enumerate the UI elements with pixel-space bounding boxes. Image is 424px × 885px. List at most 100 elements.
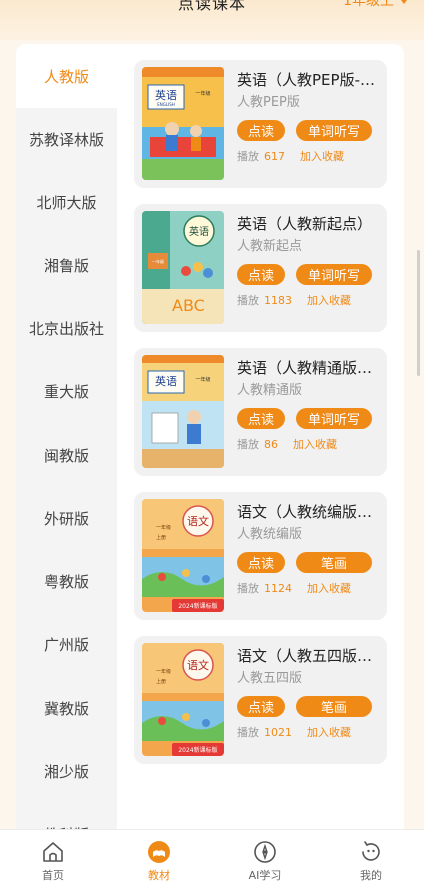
book-card[interactable]: 英语 一年级 英语（人教精通版… 人教精通版 点读 单词听写 播放 86 加入收… — [134, 348, 387, 476]
add-favorite-link[interactable]: 加入收藏 — [307, 580, 351, 596]
sidebar-item-guangzhou[interactable]: 广州版 — [16, 612, 117, 676]
book-info: 英语（人教精通版… 人教精通版 点读 单词听写 播放 86 加入收藏 — [237, 357, 382, 452]
bottom-tab-bar: 首页 教材 AI学习 我的 — [0, 829, 424, 885]
grade-selector[interactable]: 1年级上 — [343, 0, 410, 10]
dictation-button[interactable]: 单词听写 — [296, 264, 372, 285]
sidebar-item-xiangshao[interactable]: 湘少版 — [16, 739, 117, 803]
book-edition: 人教精通版 — [237, 383, 303, 398]
stroke-button[interactable]: 笔画 — [296, 696, 372, 717]
book-card[interactable]: 语文 一年级 上册 2024新课标版 语文（人教五四版… 人教五四版 点读 笔画… — [134, 636, 387, 764]
home-icon — [43, 842, 63, 862]
book-title: 英语（人教新起点） — [237, 215, 373, 233]
tab-label: 首页 — [42, 869, 64, 882]
dropdown-arrow-icon — [398, 0, 410, 4]
sidebar-item-label: 湘少版 — [43, 762, 89, 781]
sidebar-item-renjiao[interactable]: 人教版 — [16, 44, 117, 108]
book-card[interactable]: 语文 一年级 上册 2024新课标版 语文（人教统编版… 人教统编版 点读 笔画… — [134, 492, 387, 620]
dictation-button[interactable]: 单词听写 — [296, 120, 372, 141]
sidebar-item-chongda[interactable]: 重大版 — [16, 359, 117, 423]
cover-word: 语文 — [187, 658, 209, 672]
book-info: 英语（人教PEP版-… 人教PEP版 点读 单词听写 播放 617 加入收藏 — [237, 69, 382, 164]
cover-word: 英语 — [189, 225, 209, 238]
sidebar-item-label: 冀教版 — [43, 699, 89, 718]
read-button[interactable]: 点读 — [237, 120, 285, 141]
sidebar-item-minjiao[interactable]: 闽教版 — [16, 423, 117, 487]
read-button[interactable]: 点读 — [237, 264, 285, 285]
book-cover[interactable]: 语文 一年级 上册 2024新课标版 — [142, 499, 224, 612]
profile-icon — [362, 841, 380, 861]
sidebar-item-beijing[interactable]: 北京出版社 — [16, 296, 117, 360]
sidebar-item-label: 重大版 — [43, 382, 89, 401]
book-title: 英语（人教精通版… — [237, 359, 373, 377]
tab-label: 教材 — [148, 869, 170, 882]
plays-label: 播放 — [237, 294, 259, 307]
plays-label: 播放 — [237, 726, 259, 739]
book-cover[interactable]: 英语 一年级 ABC — [142, 211, 224, 324]
play-count: 1183 — [264, 293, 292, 307]
svg-text:上册: 上册 — [156, 534, 166, 541]
play-count: 617 — [264, 149, 285, 163]
sidebar-item-label: 苏教译林版 — [28, 130, 104, 149]
top-bar: 点读课本 1年级上 — [0, 0, 424, 40]
play-count: 1021 — [264, 725, 292, 739]
tab-textbook[interactable]: 教材 — [106, 830, 212, 885]
svg-text:一年级: 一年级 — [156, 524, 171, 531]
book-card[interactable]: 英语 一年级 ABC 英语（人教新起点） 人教新起点 点读 单词听写 播放 11… — [134, 204, 387, 332]
tab-profile[interactable]: 我的 — [318, 830, 424, 885]
sidebar-item-waiyan[interactable]: 外研版 — [16, 486, 117, 550]
book-title: 英语（人教PEP版-… — [237, 71, 375, 89]
read-button[interactable]: 点读 — [237, 696, 285, 717]
svg-text:一年级: 一年级 — [156, 668, 171, 675]
plays-label: 播放 — [237, 582, 259, 595]
english-cover-illustration: 英语 ENGLISH 一年级 — [142, 67, 224, 180]
book-edition: 人教五四版 — [237, 671, 303, 686]
book-edition: 人教新起点 — [237, 239, 303, 254]
plays-label: 播放 — [237, 438, 259, 451]
svg-text:一年级: 一年级 — [195, 90, 210, 97]
plays-label: 播放 — [237, 150, 259, 163]
add-favorite-link[interactable]: 加入收藏 — [300, 148, 344, 164]
book-cover[interactable]: 英语 一年级 — [142, 355, 224, 468]
cover-badge: 2024新课标版 — [178, 746, 217, 754]
sidebar-item-label: 北师大版 — [36, 193, 97, 212]
scrollbar[interactable] — [417, 250, 420, 376]
cover-word: 英语 — [155, 88, 177, 102]
sidebar-item-jijiao[interactable]: 冀教版 — [16, 676, 117, 740]
book-title: 语文（人教统编版… — [237, 503, 373, 521]
book-cover[interactable]: 英语 ENGLISH 一年级 — [142, 67, 224, 180]
book-info: 语文（人教统编版… 人教统编版 点读 笔画 播放 1124 加入收藏 — [237, 501, 382, 596]
play-count: 1124 — [264, 581, 292, 595]
sidebar-item-yuejiao[interactable]: 粤教版 — [16, 549, 117, 613]
tab-label: 我的 — [360, 869, 382, 882]
tab-home[interactable]: 首页 — [0, 830, 106, 885]
sidebar-item-beishida[interactable]: 北师大版 — [16, 170, 117, 234]
dictation-button[interactable]: 单词听写 — [296, 408, 372, 429]
sidebar-item-label: 广州版 — [43, 635, 89, 654]
add-favorite-link[interactable]: 加入收藏 — [307, 292, 351, 308]
cover-word: 英语 — [155, 374, 177, 388]
book-title: 语文（人教五四版… — [237, 647, 373, 665]
grade-label: 1年级上 — [343, 0, 394, 9]
svg-text:一年级: 一年级 — [195, 376, 210, 383]
book-edition: 人教PEP版 — [237, 95, 300, 110]
book-list: 英语 ENGLISH 一年级 英语（人教PEP版-… 人教PEP版 点读 单词听… — [134, 44, 387, 844]
chinese-cover-illustration: 语文 一年级 上册 2024新课标版 — [142, 499, 224, 612]
chinese-cover-illustration: 语文 一年级 上册 2024新课标版 — [142, 643, 224, 756]
add-favorite-link[interactable]: 加入收藏 — [307, 724, 351, 740]
read-button[interactable]: 点读 — [237, 552, 285, 573]
book-cover[interactable]: 语文 一年级 上册 2024新课标版 — [142, 643, 224, 756]
stroke-button[interactable]: 笔画 — [296, 552, 372, 573]
sidebar-item-label: 闽教版 — [43, 446, 89, 465]
sidebar-item-sujiao[interactable]: 苏教译林版 — [16, 107, 117, 171]
english-cover-illustration: 英语 一年级 — [142, 355, 224, 468]
read-button[interactable]: 点读 — [237, 408, 285, 429]
add-favorite-link[interactable]: 加入收藏 — [293, 436, 337, 452]
sidebar-item-label: 北京出版社 — [28, 319, 104, 338]
sidebar-item-xianglu[interactable]: 湘鲁版 — [16, 233, 117, 297]
book-card[interactable]: 英语 ENGLISH 一年级 英语（人教PEP版-… 人教PEP版 点读 单词听… — [134, 60, 387, 188]
cover-word: 语文 — [187, 514, 209, 528]
book-info: 语文（人教五四版… 人教五四版 点读 笔画 播放 1021 加入收藏 — [237, 645, 382, 740]
tab-ai-learning[interactable]: AI学习 — [212, 830, 318, 885]
tab-label: AI学习 — [248, 869, 282, 882]
sidebar-item-label: 外研版 — [43, 509, 89, 528]
